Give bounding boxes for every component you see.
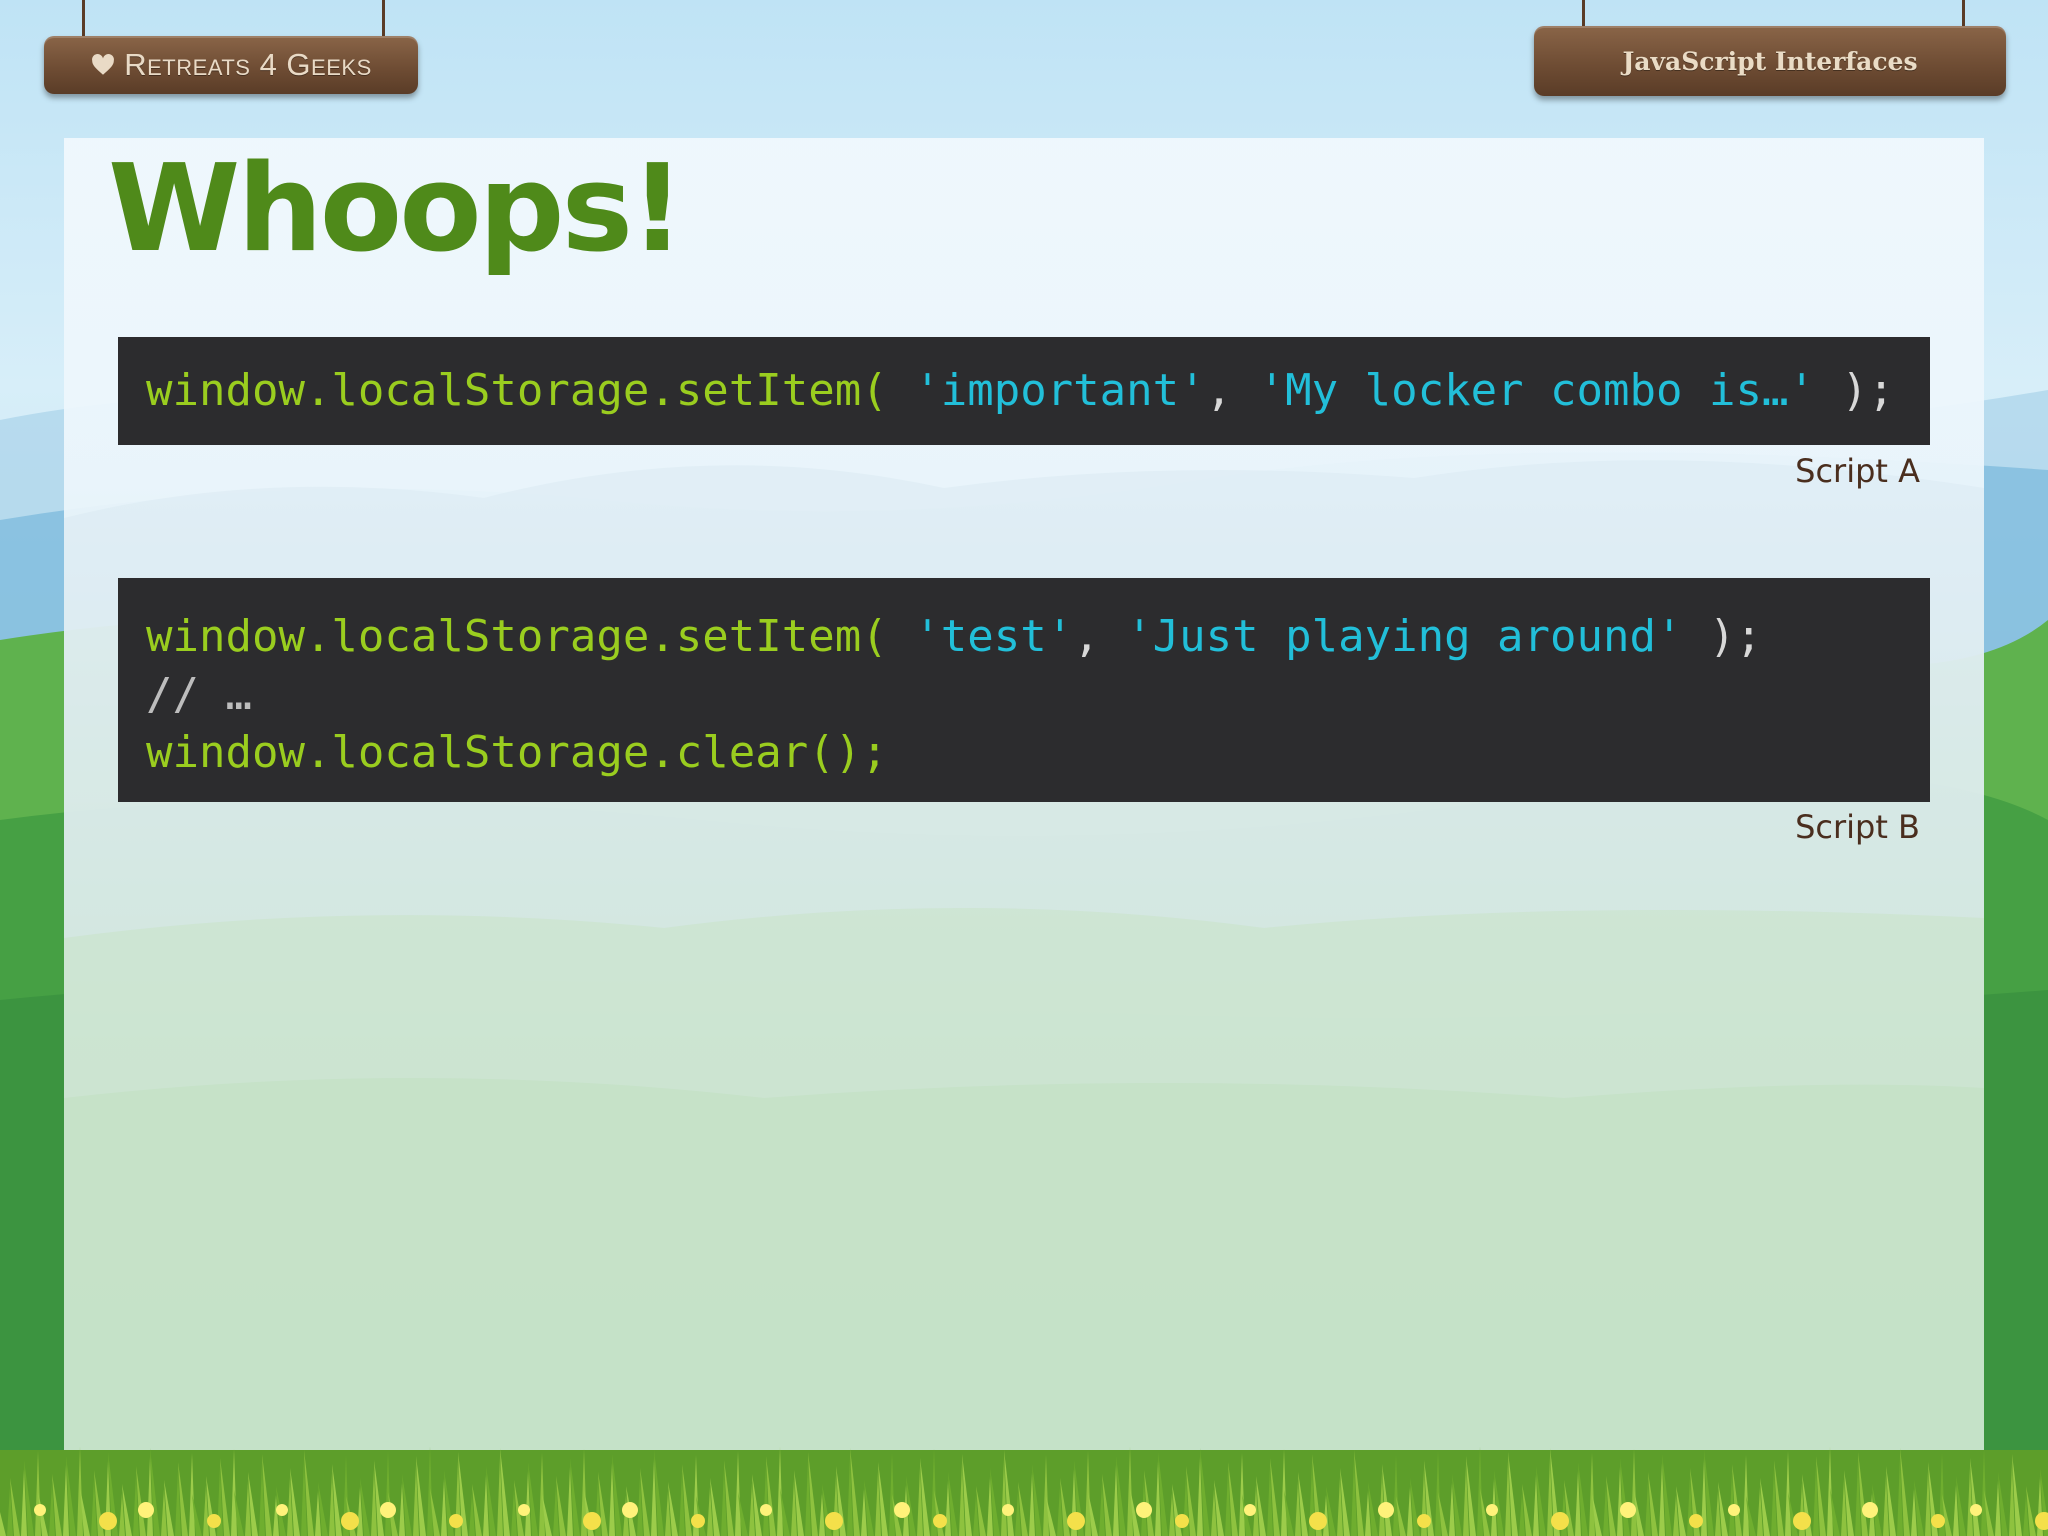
code-call: window.localStorage.setItem( [146,611,888,662]
rope [382,0,385,38]
grass-footer [0,1447,2048,1536]
topic-title: JavaScript Interfaces [1622,46,1918,76]
code-call: window.localStorage.setItem( [146,365,888,416]
slide-title: Whoops! [108,140,685,279]
logo-text: Retreats 4 Geeks [124,47,372,82]
heart-icon [92,54,115,75]
code-call: window.localStorage.clear [146,727,809,778]
caption-script-a: Script A [1795,452,1920,490]
code-punctuation: , [1205,365,1233,416]
code-line: // … [146,666,1930,724]
code-string: 'test' [914,611,1074,662]
code-punctuation: ); [1841,365,1895,416]
logo: Retreats 4 Geeks [90,47,372,83]
code-block-script-b: window.localStorage.setItem( 'test', 'Ju… [118,578,1930,802]
logo-sign: Retreats 4 Geeks [44,36,418,94]
code-punctuation: ); [1708,611,1762,662]
caption-script-b: Script B [1795,808,1920,846]
code-string: 'Just playing around' [1126,611,1683,662]
code-block-script-a: window.localStorage.setItem( 'important'… [118,337,1930,445]
code-line: window.localStorage.setItem( 'test', 'Ju… [146,608,1930,666]
code-line: window.localStorage.clear(); [146,724,1930,782]
rope [1582,0,1585,28]
code-comment: // … [146,669,252,720]
topic-sign: JavaScript Interfaces [1534,26,2006,96]
rope [1962,0,1965,28]
code-punctuation: (); [808,727,888,778]
rope [82,0,85,38]
code-string: 'My locker combo is…' [1258,365,1815,416]
code-string: 'important' [914,365,1206,416]
code-punctuation: , [1073,611,1100,662]
